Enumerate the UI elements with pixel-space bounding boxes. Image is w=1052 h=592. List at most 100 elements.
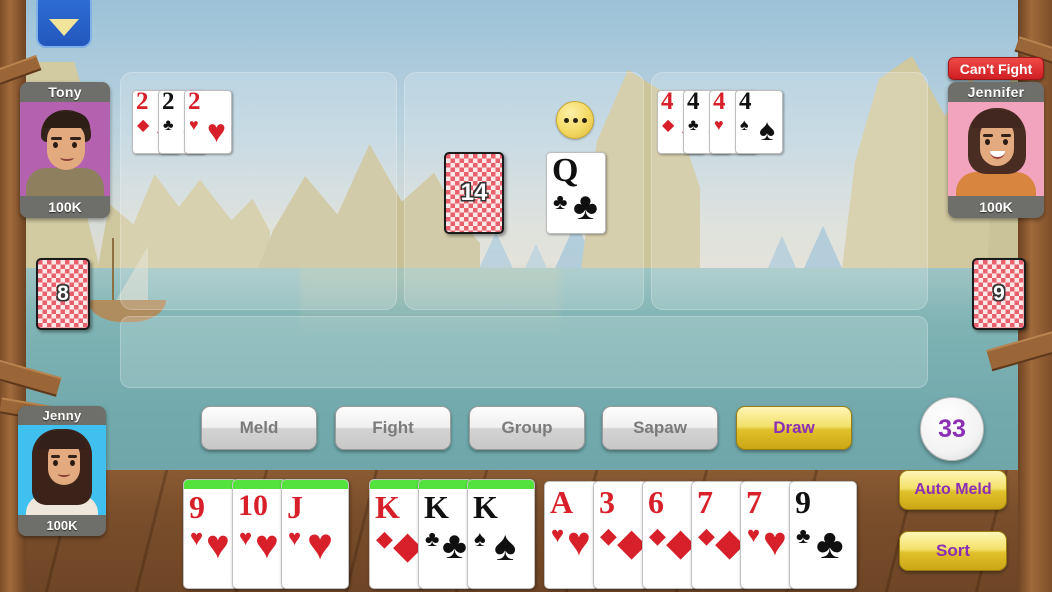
sort-button[interactable]: Sort [899, 531, 1007, 571]
card-rank: 7 [697, 484, 713, 520]
heart-pip-icon: ♥ [567, 520, 591, 564]
card-rank: 2 [136, 90, 149, 115]
discard-pile-card[interactable]: Q ♣ ♣ [546, 152, 606, 234]
hand-card[interactable]: 9 ♣ ♣ [789, 481, 857, 589]
card-rank: 9 [189, 489, 205, 525]
status-badge-cant-fight: Can't Fight [948, 57, 1044, 80]
card-rank: K [473, 489, 498, 525]
club-pip-icon: ♣ [796, 523, 811, 548]
card-rank: 3 [599, 484, 615, 520]
group-indicator [468, 480, 534, 489]
player-panel-jennifer[interactable]: Jennifer 100K [948, 82, 1044, 218]
heart-pip-icon: ♥ [307, 520, 334, 569]
group-indicator [184, 480, 237, 489]
hand-score-value: 33 [938, 414, 966, 443]
chevron-down-icon [49, 19, 79, 36]
hand-card[interactable]: K ◆ ◆ [369, 479, 424, 589]
spade-pip-icon: ♠ [740, 117, 749, 134]
heart-pip-icon: ♥ [551, 522, 565, 547]
hand-card[interactable]: 7 ♥ ♥ [740, 481, 795, 589]
heart-pip-icon: ♥ [747, 522, 761, 547]
club-pip-icon: ♣ [442, 525, 467, 567]
hand-card[interactable]: J ♥ ♥ [281, 479, 349, 589]
card-rank: 6 [648, 484, 664, 520]
club-pip-icon: ♣ [553, 189, 568, 214]
diamond-pip-icon: ◆ [649, 523, 666, 548]
meld-zone-center[interactable] [404, 72, 644, 310]
draw-pile-count: 14 [460, 179, 488, 206]
player-panel-tony[interactable]: Tony 100K [20, 82, 110, 218]
group-indicator [419, 480, 472, 489]
heart-pip-icon: ♥ [255, 523, 279, 567]
spade-pip-icon: ♠ [759, 114, 775, 147]
sapaw-button[interactable]: Sapaw [602, 406, 718, 450]
avatar-jenny [18, 425, 106, 515]
diamond-pip-icon: ◆ [137, 117, 150, 134]
club-pip-icon: ♣ [163, 117, 174, 134]
club-pip-icon: ♣ [573, 186, 598, 228]
card-rank: 4 [713, 90, 726, 115]
hand-card[interactable]: 9 ♥ ♥ [183, 479, 238, 589]
fight-button-label: Fight [372, 418, 414, 437]
hand-card[interactable]: 7 ◆ ◆ [691, 481, 746, 589]
hand-card[interactable]: K ♠ ♠ [467, 479, 535, 589]
heart-pip-icon: ♥ [288, 525, 302, 550]
hand-card[interactable]: 10 ♥ ♥ [232, 479, 287, 589]
fight-button[interactable]: Fight [335, 406, 451, 450]
spade-pip-icon: ♠ [494, 522, 517, 569]
meld-card[interactable]: 4 ♠ ♠ [735, 90, 783, 154]
player-panel-jenny[interactable]: Jenny 100K [18, 406, 106, 536]
card-rank: 10 [238, 489, 268, 522]
chat-dots-icon[interactable] [556, 101, 594, 139]
card-rank: 4 [687, 90, 700, 115]
sort-button-label: Sort [936, 541, 970, 560]
hand-count-label: 9 [993, 282, 1005, 305]
diamond-pip-icon: ◆ [662, 117, 675, 134]
club-pip-icon: ♣ [688, 117, 699, 134]
diamond-pip-icon: ◆ [376, 526, 393, 551]
heart-pip-icon: ♥ [714, 117, 724, 134]
group-button[interactable]: Group [469, 406, 585, 450]
club-pip-icon: ♣ [425, 526, 440, 551]
heart-pip-icon: ♥ [763, 520, 787, 564]
diamond-pip-icon: ◆ [600, 523, 617, 548]
player-hand-count-tony[interactable]: 8 [36, 258, 90, 330]
card-rank: 7 [746, 484, 762, 520]
player-name-jenny: Jenny [42, 408, 82, 423]
draw-button-label: Draw [773, 418, 815, 437]
card-rank: K [375, 489, 400, 525]
card-rank: 4 [661, 90, 674, 115]
auto-meld-button[interactable]: Auto Meld [899, 470, 1007, 510]
card-rank: 4 [739, 90, 752, 115]
group-button-label: Group [501, 418, 553, 437]
player-name-tony: Tony [48, 84, 82, 100]
meld-card[interactable]: 2 ♥ ♥ [184, 90, 232, 154]
card-rank: J [287, 489, 303, 525]
hand-card[interactable]: A ♥ ♥ [544, 481, 599, 589]
card-rank: 2 [188, 90, 201, 115]
spade-pip-icon: ♠ [474, 526, 486, 551]
meld-button[interactable]: Meld [201, 406, 317, 450]
heart-pip-icon: ♥ [239, 525, 253, 550]
card-rank: K [424, 489, 449, 525]
hand-score-display: 33 [920, 397, 984, 461]
menu-dropdown-button[interactable] [36, 0, 92, 48]
draw-pile[interactable]: 14 [444, 152, 504, 234]
heart-pip-icon: ♥ [207, 113, 226, 149]
player-score-jenny: 100K [46, 518, 78, 533]
hand-card[interactable]: 3 ◆ ◆ [593, 481, 648, 589]
card-rank: 9 [795, 484, 811, 520]
draw-button[interactable]: Draw [736, 406, 852, 450]
group-indicator [370, 480, 423, 489]
diamond-pip-icon: ◆ [698, 523, 715, 548]
hand-card[interactable]: 6 ◆ ◆ [642, 481, 697, 589]
game-screen: Tony 100K 8 Can't Fight Jennifer 100K 9 … [0, 0, 1052, 592]
auto-meld-button-label: Auto Meld [914, 481, 992, 498]
meld-zone-bottom[interactable] [120, 316, 928, 388]
player-score-jennifer: 100K [979, 199, 1013, 215]
heart-pip-icon: ♥ [190, 525, 204, 550]
player-hand-count-jennifer[interactable]: 9 [972, 258, 1026, 330]
hand-count-label: 8 [57, 282, 69, 305]
card-rank: Q [552, 152, 579, 189]
hand-card[interactable]: K ♣ ♣ [418, 479, 473, 589]
